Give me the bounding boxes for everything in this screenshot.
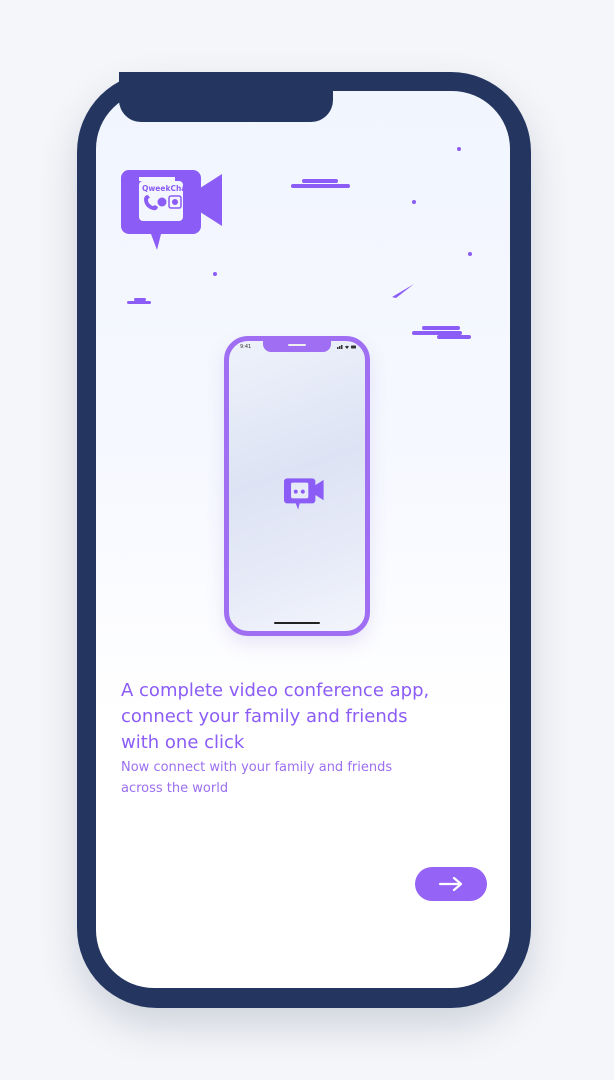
onboarding-headline: A complete video conference app, connect… [121,678,451,756]
decor-dot [196,174,200,178]
mini-speaker [288,344,306,346]
headline-line: with one click [121,732,245,753]
logo-wordmark: QweekChat [142,184,190,193]
onboarding-subtext: Now connect with your family and friends… [121,757,421,799]
mini-home-indicator [274,622,320,624]
decor-cloud [127,301,151,304]
subtext-line: Now connect with your family and friends [121,760,393,775]
phone-illustration: 9:41 [224,336,370,636]
decor-cloud [302,179,338,183]
next-button[interactable] [415,867,487,901]
decor-cloud [291,184,350,188]
decor-cloud [422,326,460,330]
headline-line: connect your family and friends [121,706,408,727]
mini-notch [263,341,331,352]
decor-cloud [437,335,471,339]
headline-line: A complete video conference app, [121,680,430,701]
decor-dot [213,272,217,276]
decor-streak [392,284,414,298]
qweekchat-logo: QweekChat [121,170,222,250]
mini-status-time: 9:41 [240,344,252,350]
mini-status-icons [337,345,356,349]
app-logo-icon [284,478,324,510]
decor-dot [468,252,472,256]
subtext-line: across the world [121,781,229,796]
decor-dot [412,200,416,204]
arrow-right-icon [438,876,463,892]
decor-dot [457,147,461,151]
phone-notch [119,72,333,122]
